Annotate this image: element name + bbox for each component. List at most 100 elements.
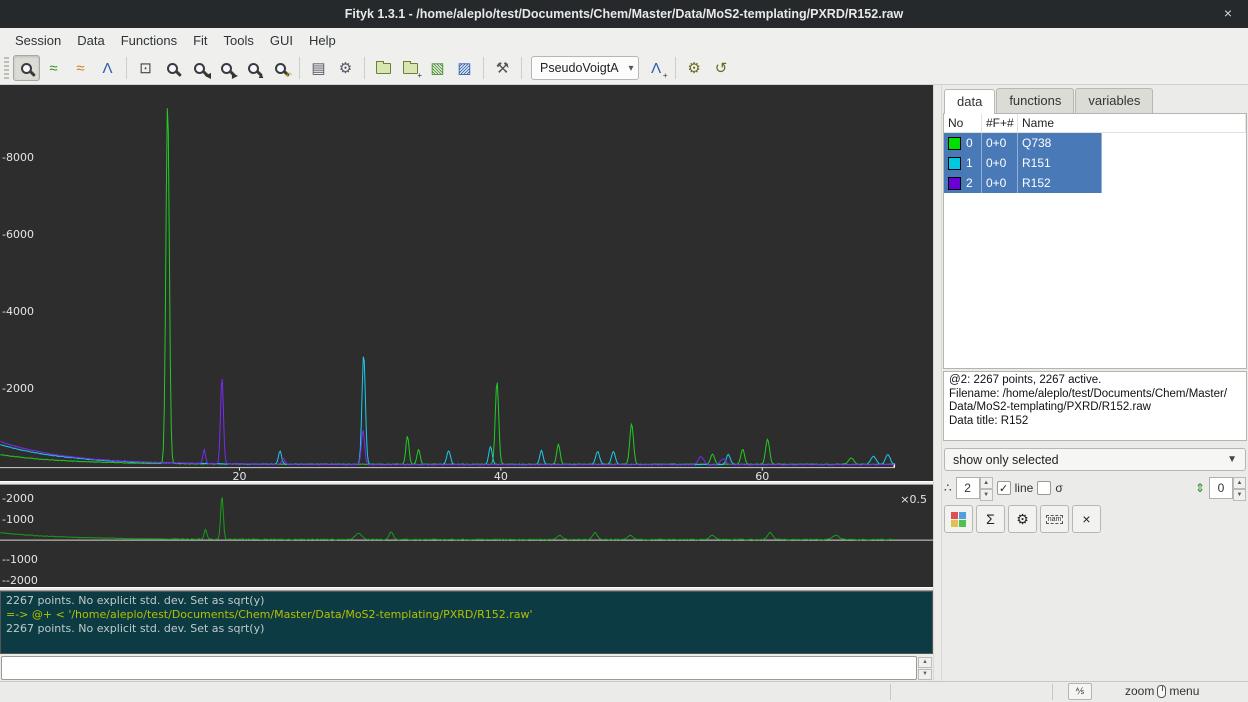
x-tick-label: 60 bbox=[755, 470, 769, 481]
dataset-color-swatch[interactable] bbox=[948, 157, 961, 170]
auxiliary-plot[interactable]: ×0.5 -2000-1000--1000--2000 bbox=[0, 485, 933, 587]
tab-variables[interactable]: variables bbox=[1075, 88, 1153, 113]
session-log-button[interactable]: ▤ bbox=[305, 55, 332, 81]
history-down-icon[interactable]: ▼ bbox=[918, 669, 932, 680]
menu-data[interactable]: Data bbox=[70, 30, 111, 51]
append-data-button[interactable]: + bbox=[397, 55, 424, 81]
zoom-mode-button[interactable] bbox=[13, 55, 40, 81]
sigma-checkbox[interactable] bbox=[1037, 481, 1051, 495]
series-Q738 bbox=[0, 108, 894, 464]
function-type-combobox[interactable]: PseudoVoigtA ▾ bbox=[531, 56, 639, 80]
script-icon: ▤ bbox=[311, 59, 325, 77]
chevron-down-icon: ▼ bbox=[1227, 454, 1237, 465]
menu-tools[interactable]: Tools bbox=[217, 30, 261, 51]
dataset-table: No #F+# Name 0 0+0 Q738 1 0+0 R151 bbox=[943, 113, 1247, 369]
x-tick-label: 20 bbox=[232, 470, 246, 481]
zoom-up-button[interactable]: ▲ bbox=[240, 55, 267, 81]
baseline-mode-button[interactable]: ≈ bbox=[67, 55, 94, 81]
gui-settings-button[interactable]: ⚙ bbox=[332, 55, 359, 81]
fit-undo-button[interactable]: ↺ bbox=[708, 55, 735, 81]
tab-data[interactable]: data bbox=[944, 89, 995, 114]
dataset-name: R152 bbox=[1018, 173, 1102, 193]
spin-down-icon[interactable]: ▼ bbox=[1233, 489, 1246, 501]
console-command-line: =-> @+ < '/home/aleplo/test/Documents/Ch… bbox=[6, 608, 927, 622]
grid-editor-icon bbox=[951, 512, 966, 527]
save-image-icon: ▨ bbox=[457, 59, 471, 77]
header-f[interactable]: #F+# bbox=[982, 114, 1018, 132]
tab-functions[interactable]: functions bbox=[996, 88, 1074, 113]
export-image-button[interactable]: ▧ bbox=[424, 55, 451, 81]
vertical-splitter[interactable] bbox=[933, 85, 942, 681]
toolbar-drag-handle[interactable] bbox=[4, 57, 9, 79]
delete-dataset-button[interactable]: × bbox=[1072, 505, 1101, 533]
spin-up-icon[interactable]: ▲ bbox=[1233, 477, 1246, 489]
aux-plot-canvas bbox=[0, 485, 933, 587]
data-range-mode-button[interactable]: ≈ bbox=[40, 55, 67, 81]
y-tick-label: -6000 bbox=[2, 228, 34, 241]
y-tick-label: -2000 bbox=[2, 382, 34, 395]
gear-icon: ⚙ bbox=[339, 59, 352, 77]
function-type-value: PseudoVoigtA bbox=[540, 61, 619, 75]
dataset-color-swatch[interactable] bbox=[948, 137, 961, 150]
series-R152 bbox=[0, 379, 894, 465]
shift-spinner[interactable]: 0 ▲▼ bbox=[1209, 477, 1246, 499]
zoom-right-button[interactable]: ▶ bbox=[213, 55, 240, 81]
open-data-button[interactable] bbox=[370, 55, 397, 81]
line-checkbox[interactable]: ✓ bbox=[997, 481, 1011, 495]
command-input[interactable] bbox=[1, 656, 917, 680]
zoom-all-button[interactable]: ⊡ bbox=[132, 55, 159, 81]
right-arrow-icon: ▶ bbox=[232, 71, 238, 80]
sidebar: data functions variables No #F+# Name 0 … bbox=[942, 85, 1248, 681]
zoom-box-button[interactable] bbox=[159, 55, 186, 81]
add-peak-mode-button[interactable]: Λ bbox=[94, 55, 121, 81]
zoom-hint-label: zoom bbox=[1125, 684, 1154, 698]
fit-run-button[interactable]: ⚙ bbox=[681, 55, 708, 81]
x-tick-label: 40 bbox=[494, 470, 508, 481]
dataset-name: Q738 bbox=[1018, 133, 1102, 153]
dataset-info: @2: 2267 points, 2267 active. Filename: … bbox=[943, 371, 1247, 441]
spin-down-icon[interactable]: ▼ bbox=[980, 489, 993, 501]
header-name[interactable]: Name bbox=[1018, 114, 1246, 132]
baseline-icon: ≈ bbox=[76, 60, 84, 77]
y-tick-label: --1000 bbox=[2, 553, 38, 566]
table-row[interactable]: 1 0+0 R151 bbox=[944, 153, 1246, 173]
show-filter-combobox[interactable]: show only selected ▼ bbox=[944, 448, 1246, 471]
table-row[interactable]: 0 0+0 Q738 bbox=[944, 133, 1246, 153]
close-icon[interactable]: × bbox=[1218, 4, 1238, 24]
y-tick-label: -4000 bbox=[2, 305, 34, 318]
save-image-button[interactable]: ▨ bbox=[451, 55, 478, 81]
rename-button[interactable]: nam bbox=[1040, 505, 1069, 533]
sum-button[interactable]: Σ bbox=[976, 505, 1005, 533]
menu-session[interactable]: Session bbox=[8, 30, 68, 51]
main-plot[interactable]: 204060-2000-4000-6000-8000 bbox=[0, 85, 933, 481]
zoom-undo-button[interactable]: ↶ bbox=[267, 55, 294, 81]
apply-functions-button[interactable]: ⚙ bbox=[1008, 505, 1037, 533]
data-transform-button[interactable]: ⚒ bbox=[489, 55, 516, 81]
menu-gui[interactable]: GUI bbox=[263, 30, 300, 51]
history-up-icon[interactable]: ▲ bbox=[918, 657, 932, 668]
aux-scale-label: ×0.5 bbox=[900, 493, 927, 506]
statusbar-divider bbox=[1052, 684, 1053, 700]
dataset-color-swatch[interactable] bbox=[948, 177, 961, 190]
add-function-button[interactable]: Λ+ bbox=[643, 55, 670, 81]
plus-icon: + bbox=[417, 71, 422, 80]
statusbar-config-button[interactable]: ⅍ bbox=[1068, 683, 1092, 700]
spin-up-icon[interactable]: ▲ bbox=[980, 477, 993, 489]
menu-functions[interactable]: Functions bbox=[114, 30, 184, 51]
table-header: No #F+# Name bbox=[944, 114, 1246, 133]
close-icon: × bbox=[1082, 511, 1090, 527]
point-size-spinner[interactable]: 2 ▲▼ bbox=[956, 477, 993, 499]
titlebar: Fityk 1.3.1 - /home/aleplo/test/Document… bbox=[0, 0, 1248, 28]
header-no[interactable]: No bbox=[944, 114, 982, 132]
peak-add-icon: Λ bbox=[651, 60, 661, 77]
dataset-number: 1 bbox=[966, 156, 973, 170]
main-area: 204060-2000-4000-6000-8000 ×0.5 -2000-10… bbox=[0, 85, 1248, 681]
zoom-left-button[interactable]: ◀ bbox=[186, 55, 213, 81]
menu-help[interactable]: Help bbox=[302, 30, 343, 51]
gears-icon: ⚙ bbox=[1016, 511, 1029, 528]
menu-fit[interactable]: Fit bbox=[186, 30, 214, 51]
plot-column: 204060-2000-4000-6000-8000 ×0.5 -2000-10… bbox=[0, 85, 933, 681]
table-row[interactable]: 2 0+0 R152 bbox=[944, 173, 1246, 193]
dataset-func-count: 0+0 bbox=[982, 133, 1018, 153]
data-editor-button[interactable] bbox=[944, 505, 973, 533]
